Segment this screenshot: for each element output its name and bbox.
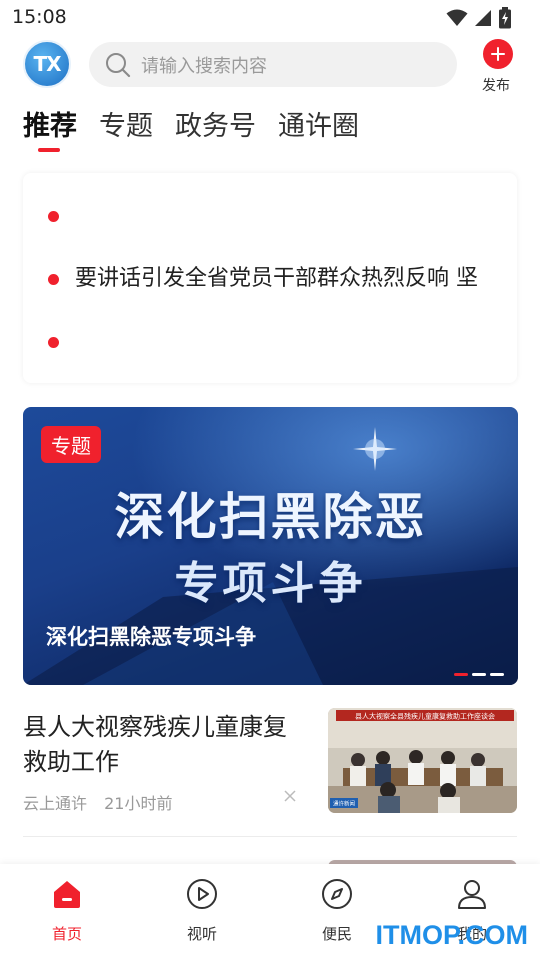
publish-label: 发布 (482, 78, 510, 94)
news-meta: 云上通许 21小时前 (23, 790, 172, 814)
carousel-indicator (454, 673, 504, 676)
topic-banner[interactable]: 专题 深化扫黑除恶 专项斗争 深化扫黑除恶专项斗争 (23, 407, 518, 685)
nav-media[interactable]: 视听 (162, 878, 242, 944)
carousel-dot (472, 673, 486, 676)
banner-caption: 深化扫黑除恶专项斗争 (46, 625, 256, 649)
thumb-logo-text: 通许新闻 (333, 800, 355, 808)
signal-icon (475, 10, 491, 26)
user-icon (458, 880, 486, 909)
home-icon (54, 881, 80, 908)
channel-tabs: 推荐 专题 政务号 通许圈 (23, 104, 359, 144)
carousel-dot (454, 673, 468, 676)
nav-label: 便民 (321, 925, 352, 943)
tab-recommend[interactable]: 推荐 (23, 104, 77, 144)
nav-services[interactable]: 便民 (297, 878, 377, 944)
nav-label: 首页 (51, 925, 82, 943)
tab-topics[interactable]: 专题 (99, 104, 153, 144)
top-bar: TX 请输入搜索内容 发布 (0, 36, 540, 96)
news-list-item[interactable]: 县人大视察残疾儿童康复救助工作 云上通许 21小时前 县人大视察全县残疾儿童康复… (23, 708, 517, 818)
bullet-dot (48, 274, 59, 285)
meeting-photo: 县人大视察全县残疾儿童康复救助工作座谈会 通许新闻 (328, 708, 517, 813)
ticker-item[interactable] (23, 201, 517, 231)
compass-icon (322, 879, 352, 909)
nav-label: 视听 (186, 925, 217, 943)
topic-badge: 专题 (41, 426, 101, 463)
list-divider (23, 836, 517, 837)
status-time: 15:08 (12, 6, 67, 28)
search-placeholder: 请输入搜索内容 (141, 55, 267, 77)
news-thumbnail: 县人大视察全县残疾儿童康复救助工作座谈会 通许新闻 (328, 708, 517, 813)
banner-headline: 深化扫黑除恶 (114, 488, 427, 546)
carousel-dot (490, 673, 504, 676)
headline-ticker[interactable]: 要讲话引发全省党员干部群众热烈反响 坚 (23, 173, 517, 383)
news-title: 县人大视察残疾儿童康复救助工作 (23, 713, 287, 776)
plus-icon (483, 39, 513, 69)
wifi-icon (446, 9, 468, 26)
banner-headline-sub: 专项斗争 (174, 558, 367, 609)
play-circle-icon (187, 879, 217, 909)
tab-gov-accounts[interactable]: 政务号 (175, 104, 256, 144)
publish-button[interactable]: 发布 (482, 39, 514, 95)
ticker-item[interactable]: 要讲话引发全省党员干部群众热烈反响 坚 (23, 264, 517, 294)
bullet-dot (48, 337, 59, 348)
close-icon[interactable] (282, 788, 298, 804)
bullet-dot (48, 211, 59, 222)
news-time: 21小时前 (104, 794, 173, 813)
site-watermark: ITMOP.COM (375, 920, 528, 950)
active-tab-indicator (38, 148, 60, 152)
app-logo-text: TX (33, 52, 61, 76)
search-icon (106, 52, 131, 77)
thumb-banner-text: 县人大视察全县残疾儿童康复救助工作座谈会 (355, 712, 495, 721)
status-bar: 15:08 (0, 0, 540, 34)
news-source: 云上通许 (23, 794, 88, 813)
nav-home[interactable]: 首页 (27, 878, 107, 944)
status-icons (446, 7, 512, 29)
search-input[interactable]: 请输入搜索内容 (89, 42, 457, 87)
ticker-item[interactable] (23, 327, 517, 357)
app-logo[interactable]: TX (23, 40, 71, 88)
ticker-text: 要讲话引发全省党员干部群众热烈反响 坚 (75, 266, 478, 291)
tab-tongxu-circle[interactable]: 通许圈 (278, 104, 359, 144)
battery-icon (499, 7, 511, 29)
